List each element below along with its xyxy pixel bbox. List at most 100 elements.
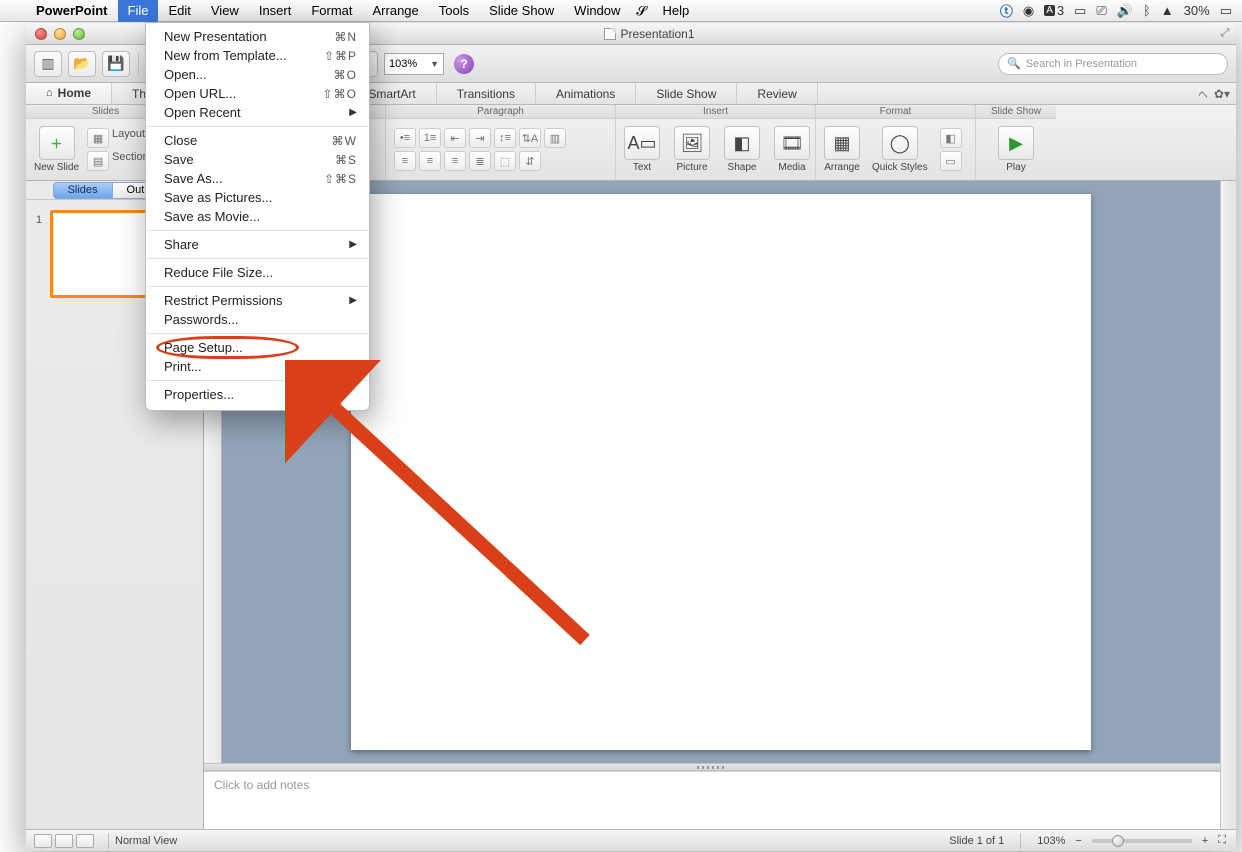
file-menu-item[interactable]: Page Setup... (146, 338, 369, 357)
ribbon-settings-icon[interactable]: ✿▾ (1214, 87, 1230, 101)
layout-button[interactable]: ▦ (87, 128, 109, 148)
creative-cloud-icon[interactable]: ◉ (1023, 3, 1034, 19)
zoom-in-button[interactable]: + (1202, 835, 1208, 847)
window-minimize-button[interactable] (54, 28, 66, 40)
file-menu-item[interactable]: Save⌘S (146, 150, 369, 169)
file-menu-item[interactable]: Save as Movie... (146, 207, 369, 226)
line-spacing-button[interactable]: ↕≡ (494, 128, 516, 148)
align-center-button[interactable]: ≡ (419, 151, 441, 171)
new-doc-button[interactable]: ▥ (34, 51, 62, 77)
file-menu-item[interactable]: Properties... (146, 385, 369, 404)
slide-canvas[interactable] (351, 194, 1091, 750)
arrange-button[interactable]: ▦Arrange (824, 126, 860, 173)
file-menu-item[interactable]: Open URL...⇧⌘O (146, 84, 369, 103)
document-icon (604, 28, 616, 40)
ribbon-tab-slideshow[interactable]: Slide Show (636, 83, 737, 104)
search-in-presentation[interactable]: 🔍Search in Presentation (998, 53, 1228, 75)
battery-percent[interactable]: 30% (1184, 3, 1210, 18)
quick-styles-button[interactable]: ◯Quick Styles (872, 126, 928, 173)
open-doc-button[interactable]: 📂 (68, 51, 96, 77)
ribbon-tab-animations[interactable]: Animations (536, 83, 636, 104)
collapse-ribbon-icon[interactable]: ヘ (1198, 86, 1208, 101)
notes-pane[interactable]: Click to add notes (204, 771, 1220, 829)
menubar-status-area: ⓣ ◉ A3 ▭ ⎚ 🔊 ᛒ ▲ 30% ▭ (1000, 1, 1242, 20)
file-menu-item[interactable]: Save as Pictures... (146, 188, 369, 207)
numbering-button[interactable]: 1≡ (419, 128, 441, 148)
adobe-icon[interactable]: A3 (1044, 3, 1064, 18)
battery-icon[interactable]: ▭ (1220, 3, 1232, 19)
file-menu-item[interactable]: Passwords... (146, 310, 369, 329)
mac-menubar: PowerPoint File Edit View Insert Format … (0, 0, 1242, 22)
menubar-file[interactable]: File (118, 0, 159, 22)
text-direction-button[interactable]: ⇅A (519, 128, 541, 148)
align-left-button[interactable]: ≡ (394, 151, 416, 171)
notes-splitter[interactable] (204, 763, 1220, 771)
insert-picture-button[interactable]: 🖼Picture (674, 126, 710, 173)
file-menu-item[interactable]: Save As...⇧⌘S (146, 169, 369, 188)
window-zoom-button[interactable] (73, 28, 85, 40)
zoom-percent[interactable]: 103% (1037, 835, 1065, 847)
file-menu-item[interactable]: Open Recent▶ (146, 103, 369, 122)
decrease-indent-button[interactable]: ⇤ (444, 128, 466, 148)
insert-shape-button[interactable]: ◧Shape (724, 126, 760, 173)
slide-thumbnail-number: 1 (36, 214, 42, 226)
file-menu-item[interactable]: New Presentation⌘N (146, 27, 369, 46)
file-menu-item[interactable]: Open...⌘O (146, 65, 369, 84)
insert-media-button[interactable]: 🎞Media (774, 126, 810, 173)
normal-view-button[interactable] (34, 834, 52, 848)
zoom-combobox[interactable]: 103%▼ (384, 53, 444, 75)
fit-to-window-button[interactable]: ⛶ (1218, 834, 1226, 847)
insert-text-button[interactable]: A▭Text (624, 126, 660, 173)
ribbon-tab-review[interactable]: Review (737, 83, 817, 104)
menubar-insert[interactable]: Insert (249, 0, 302, 22)
justify-button[interactable]: ≣ (469, 151, 491, 171)
file-menu-item[interactable]: Restrict Permissions▶ (146, 291, 369, 310)
bullets-button[interactable]: •≡ (394, 128, 416, 148)
ribbon-tab-home[interactable]: ⌂Home (26, 83, 112, 104)
ribbon-tab-transitions[interactable]: Transitions (437, 83, 536, 104)
shape-outline-button[interactable]: ▭ (940, 151, 962, 171)
columns-button[interactable]: ▥ (544, 128, 566, 148)
help-button[interactable]: ? (454, 54, 474, 74)
save-doc-button[interactable]: 💾 (102, 51, 130, 77)
new-slide-button[interactable]: ＋ New Slide (34, 126, 79, 173)
file-menu-item[interactable]: Reduce File Size... (146, 263, 369, 282)
menubar-arrange[interactable]: Arrange (363, 0, 429, 22)
menubar-window[interactable]: Window (564, 0, 630, 22)
menubar-tools[interactable]: Tools (429, 0, 479, 22)
align-right-button[interactable]: ≡ (444, 151, 466, 171)
menubar-view[interactable]: View (201, 0, 249, 22)
align-text-button[interactable]: ⇵ (519, 151, 541, 171)
slide-sorter-view-button[interactable] (55, 834, 73, 848)
zoom-slider[interactable] (1092, 839, 1192, 843)
file-menu-item[interactable]: New from Template...⇧⌘P (146, 46, 369, 65)
wifi-icon[interactable]: ▲ (1161, 3, 1174, 18)
airplay-icon[interactable]: ▭ (1074, 3, 1086, 19)
window-close-button[interactable] (35, 28, 47, 40)
textexpander-icon[interactable]: ⓣ (1000, 1, 1013, 20)
bluetooth-icon[interactable]: ᛒ (1143, 3, 1151, 18)
convert-smartart-button[interactable]: ⬚ (494, 151, 516, 171)
displays-icon[interactable]: ⎚ (1096, 3, 1106, 19)
file-menu-item[interactable]: Share▶ (146, 235, 369, 254)
slides-tab[interactable]: Slides (53, 182, 113, 199)
slideshow-view-button[interactable] (76, 834, 94, 848)
script-menu-icon[interactable]: 𝓢 (630, 3, 652, 19)
zoom-out-button[interactable]: − (1075, 835, 1081, 847)
menubar-slideshow[interactable]: Slide Show (479, 0, 564, 22)
menubar-help[interactable]: Help (652, 0, 699, 22)
menubar-format[interactable]: Format (301, 0, 362, 22)
menubar-edit[interactable]: Edit (158, 0, 200, 22)
increase-indent-button[interactable]: ⇥ (469, 128, 491, 148)
app-name[interactable]: PowerPoint (26, 3, 118, 18)
file-menu-item[interactable]: Close⌘W (146, 131, 369, 150)
shape-fill-button[interactable]: ◧ (940, 128, 962, 148)
file-menu-item[interactable]: Print...⌘P (146, 357, 369, 376)
volume-icon[interactable]: 🔊 (1117, 3, 1133, 19)
section-button[interactable]: ▤ (87, 151, 109, 171)
fullscreen-icon[interactable]: ⤢ (1214, 27, 1236, 40)
play-slideshow-button[interactable]: ▶Play (998, 126, 1034, 173)
vertical-scrollbar[interactable] (1220, 181, 1236, 829)
search-icon: 🔍 (1007, 57, 1021, 70)
group-slideshow-title: Slide Show (976, 105, 1056, 119)
